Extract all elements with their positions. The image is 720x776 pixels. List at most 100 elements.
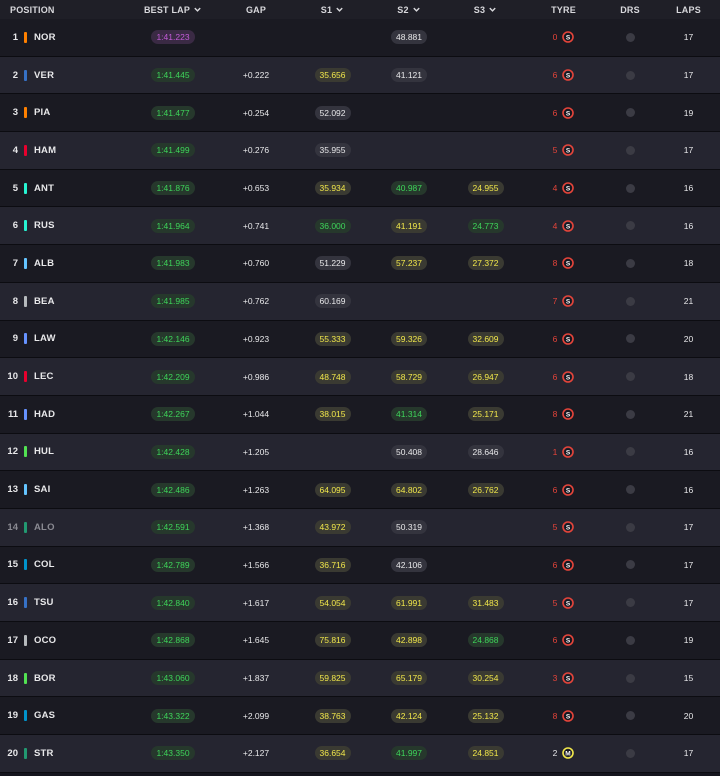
tyre-age: 3 [552,673,558,684]
drs-indicator [625,70,635,80]
header-laps[interactable]: LAPS [657,5,720,15]
sector-1-time: 38.763 [314,708,351,723]
header-drs[interactable]: DRS [603,5,657,15]
table-row[interactable]: 3 PIA 1:41.477 +0.254 52.092 6 S 19 [0,94,720,133]
driver-code: ALO [34,521,55,533]
header-best-lap[interactable]: BEST LAP [128,5,218,15]
s3-cell: 26.762 [447,482,524,497]
tyre-cell: 2M [524,747,603,760]
table-row[interactable]: 17 OCO 1:42.868 +1.645 75.816 42.898 24.868 6 S 1… [0,622,720,660]
team-color-bar [24,144,27,156]
s3-cell: 28.646 [447,444,524,459]
chevron-down-icon[interactable] [335,5,344,14]
laps-cell: 17 [657,145,720,155]
table-row[interactable]: 1 NOR 1:41.223 48.881 0 S 17 [0,19,720,57]
table-row[interactable]: 2 VER 1:41.445 +0.222 35.656 41.121 6 S 17 [0,56,720,95]
header-gap[interactable]: GAP [218,5,294,15]
team-color-bar [24,521,27,533]
tyre-cell: 6S [524,333,603,345]
drs-indicator [625,635,635,645]
best-lap-time: 1:41.876 [151,181,195,196]
position-number: 20 [7,747,18,759]
header-tyre[interactable]: TYRE [524,5,603,15]
soft-tyre-icon: S [562,709,575,722]
laps-count: 15 [683,673,694,684]
table-row[interactable]: 12 HUL 1:42.428 +1.205 50.408 28.646 1 S 16 [0,433,720,472]
tyre-cell: 1S [524,446,603,458]
tyre-cell: 6S [524,483,603,496]
drs-cell [603,70,657,80]
svg-text:S: S [566,487,571,494]
best-lap-cell: 1:42.486 [128,482,218,497]
tyre-cell: 4S [524,219,603,232]
header-s3[interactable]: S3 [447,5,524,15]
drs-indicator [625,221,635,231]
team-color-bar [24,107,27,119]
position-number: 15 [7,559,18,571]
gap-cell: +1.368 [218,522,294,532]
table-row[interactable]: 10 LEC 1:42.209 +0.986 48.748 58.729 26.947 6 S 1… [0,358,720,396]
laps-cell: 18 [657,258,720,268]
gap-value: +1.837 [242,673,270,684]
table-row[interactable]: 16 TSU 1:42.840 +1.617 54.054 61.991 31.483 5 S 1… [0,584,720,622]
s3-cell: 32.609 [447,331,524,346]
sector-3-time: 30.254 [467,671,504,686]
table-row[interactable]: 20 STR 1:43.350 +2.127 36.654 41.997 24.851 2 M 1… [0,735,720,773]
tyre-age: 5 [552,145,558,156]
header-position[interactable]: POSITION [0,5,128,15]
laps-cell: 16 [657,221,720,231]
table-header: POSITION BEST LAP GAP S1 S2 S3 TYRE DRS … [0,0,720,19]
s2-cell: 41.191 [371,218,447,233]
header-s1[interactable]: S1 [294,5,371,15]
s1-cell: 64.095 [294,482,371,497]
table-row[interactable]: 6 RUS 1:41.964 +0.741 36.000 41.191 24.773 4 S 16 [0,207,720,246]
position-number: 10 [7,371,18,383]
header-s2[interactable]: S2 [371,5,447,15]
gap-cell: +0.222 [218,70,294,80]
team-color-bar [24,559,27,571]
table-row[interactable]: 15 COL 1:42.789 +1.566 36.716 42.106 6 S 17 [0,546,720,585]
table-row[interactable]: 19 GAS 1:43.322 +2.099 38.763 42.124 25.132 8 S 2… [0,697,720,736]
table-row[interactable]: 13 SAI 1:42.486 +1.263 64.095 64.802 26.762 6 S 1… [0,471,720,509]
sector-1-time: 35.934 [314,181,351,196]
chevron-down-icon[interactable] [193,5,202,14]
soft-tyre-icon: S [562,559,575,571]
table-row[interactable]: 4 HAM 1:41.499 +0.276 35.955 5 S 17 [0,132,720,170]
team-color-bar [24,672,27,684]
driver-code: LAW [34,333,56,345]
best-lap-time: 1:41.499 [151,143,195,158]
position-cell: 10 LEC [0,371,128,383]
svg-text:S: S [566,412,571,419]
best-lap-time: 1:41.985 [151,294,195,309]
table-row[interactable]: 9 LAW 1:42.146 +0.923 55.333 59.326 32.609 6 S 20 [0,320,720,359]
sector-3-time: 26.947 [467,369,504,384]
tyre-age: 2 [552,748,558,759]
table-row[interactable]: 18 BOR 1:43.060 +1.837 59.825 65.179 30.254 3 S 1… [0,659,720,698]
position-cell: 12 HUL [0,446,128,458]
laps-count: 21 [683,409,694,420]
tyre-cell: 4S [524,182,603,194]
team-color-bar [24,446,27,458]
table-row[interactable]: 14 ALO 1:42.591 +1.368 43.972 50.319 5 S 17 [0,508,720,547]
chevron-down-icon[interactable] [488,5,497,14]
table-row[interactable]: 7 ALB 1:41.983 +0.760 51.229 57.237 27.372 8 S 18 [0,245,720,283]
table-row[interactable]: 5 ANT 1:41.876 +0.653 35.934 40.987 24.955 4 S 16 [0,169,720,208]
chevron-down-icon[interactable] [412,5,421,14]
drs-cell [603,334,657,344]
timing-table: POSITION BEST LAP GAP S1 S2 S3 TYRE DRS … [0,0,720,773]
team-color-bar [24,710,27,722]
soft-tyre-icon: S [562,521,575,534]
table-row[interactable]: 11 HAD 1:42.267 +1.044 38.015 41.314 25.171 8 S 2… [0,395,720,434]
sector-2-time: 50.319 [391,520,427,535]
laps-cell: 16 [657,485,720,495]
table-row[interactable]: 8 BEA 1:41.985 +0.762 60.169 7 S 21 [0,282,720,321]
best-lap-time: 1:41.445 [151,68,195,83]
tyre-cell: 5S [524,144,603,157]
position-number: 7 [12,257,18,269]
s2-cell: 41.997 [371,746,447,761]
drs-cell [603,145,657,155]
gap-cell: +0.653 [218,183,294,193]
header-drs-label: DRS [620,4,640,15]
drs-indicator [625,447,635,457]
drs-indicator [625,32,635,42]
